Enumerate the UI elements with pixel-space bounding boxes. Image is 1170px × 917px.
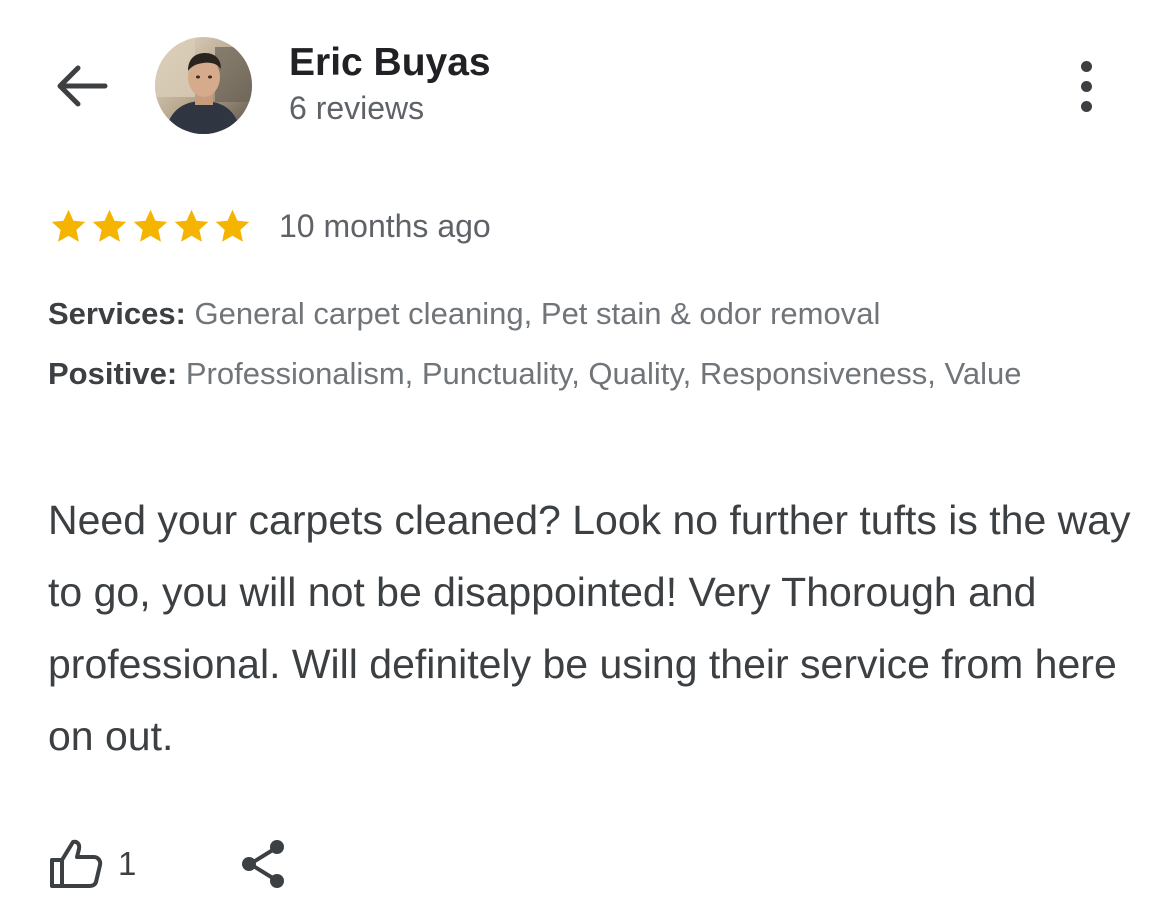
services-attribute: Services: General carpet cleaning, Pet s…: [48, 290, 1128, 338]
share-button[interactable]: [238, 838, 288, 890]
review-time: 10 months ago: [279, 207, 491, 244]
more-options-button[interactable]: [1062, 56, 1110, 116]
avatar[interactable]: [155, 37, 252, 134]
back-button[interactable]: [52, 58, 112, 114]
services-label: Services:: [48, 296, 186, 331]
more-vert-icon-dot: [1080, 80, 1092, 92]
positive-attribute: Positive: Professionalism, Punctuality, …: [48, 350, 1128, 398]
more-vert-icon: [1080, 60, 1092, 72]
reviewer-name[interactable]: Eric Buyas: [289, 40, 491, 86]
like-button[interactable]: 1: [48, 838, 136, 890]
star-icon: [51, 209, 86, 242]
star-icon: [215, 209, 250, 242]
rating-row: 10 months ago: [48, 203, 491, 249]
review-count: 6 reviews: [289, 90, 425, 126]
like-count: 1: [118, 845, 137, 882]
review-header: Eric Buyas 6 reviews: [0, 0, 1170, 150]
review-actions: 1: [48, 832, 288, 896]
thumb-up-icon: [50, 839, 103, 888]
positive-label: Positive:: [48, 356, 178, 391]
reviewer-photo: [155, 37, 252, 134]
positive-value: Professionalism, Punctuality, Quality, R…: [185, 356, 1022, 391]
arrow-back-icon: [57, 65, 108, 107]
star-rating: [48, 206, 253, 247]
star-icon: [174, 209, 209, 242]
more-vert-icon-dot: [1080, 100, 1092, 112]
services-value: General carpet cleaning, Pet stain & odo…: [194, 296, 881, 331]
review-text: Need your carpets cleaned? Look no furth…: [48, 497, 1131, 759]
star-icon: [133, 209, 168, 242]
star-icon: [92, 209, 127, 242]
share-icon: [242, 840, 285, 888]
